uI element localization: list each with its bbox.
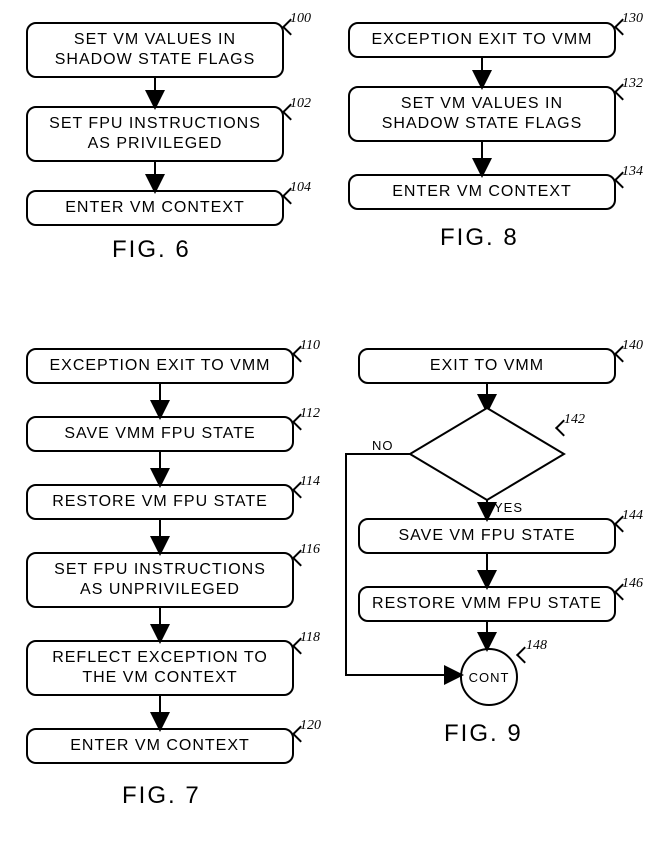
flow-box-100: SET VM VALUES INSHADOW STATE FLAGS [26, 22, 284, 78]
box-text: ENTER VM CONTEXT [65, 198, 245, 218]
fig8-caption: FIG. 8 [440, 224, 519, 252]
box-text: SET VM VALUES INSHADOW STATE FLAGS [382, 94, 583, 134]
flow-box-144: SAVE VM FPU STATE [358, 518, 616, 554]
flow-box-130: EXCEPTION EXIT TO VMM [348, 22, 616, 58]
flow-box-102: SET FPU INSTRUCTIONSAS PRIVILEGED [26, 106, 284, 162]
flow-box-146: RESTORE VMM FPU STATE [358, 586, 616, 622]
fig6-caption: FIG. 6 [112, 236, 191, 264]
box-text: ENTER VM CONTEXT [392, 182, 572, 202]
box-text: EXIT TO VMM [430, 356, 544, 376]
box-text: RESTORE VMM FPU STATE [372, 594, 602, 614]
box-text: REFLECT EXCEPTION TOTHE VM CONTEXT [52, 648, 268, 688]
flow-box-132: SET VM VALUES INSHADOW STATE FLAGS [348, 86, 616, 142]
flow-box-104: ENTER VM CONTEXT [26, 190, 284, 226]
flow-box-118: REFLECT EXCEPTION TOTHE VM CONTEXT [26, 640, 294, 696]
terminator-148: CONT [460, 648, 518, 706]
box-text: RESTORE VM FPU STATE [52, 492, 268, 512]
flow-box-134: ENTER VM CONTEXT [348, 174, 616, 210]
decision-yes-label: YES [494, 500, 523, 515]
decision-142-text: VM USINGFPU? [437, 436, 537, 476]
box-text: SET FPU INSTRUCTIONSAS PRIVILEGED [49, 114, 261, 154]
box-text: EXCEPTION EXIT TO VMM [49, 356, 270, 376]
flow-box-110: EXCEPTION EXIT TO VMM [26, 348, 294, 384]
fig9-caption: FIG. 9 [444, 720, 523, 748]
box-text: SET VM VALUES INSHADOW STATE FLAGS [55, 30, 256, 70]
box-text: SAVE VM FPU STATE [398, 526, 575, 546]
decision-no-label: NO [372, 438, 394, 453]
flow-box-140: EXIT TO VMM [358, 348, 616, 384]
box-text: ENTER VM CONTEXT [70, 736, 250, 756]
terminator-text: CONT [469, 670, 510, 685]
box-text: SET FPU INSTRUCTIONSAS UNPRIVILEGED [54, 560, 266, 600]
box-text: SAVE VMM FPU STATE [64, 424, 255, 444]
box-text: EXCEPTION EXIT TO VMM [371, 30, 592, 50]
flow-box-112: SAVE VMM FPU STATE [26, 416, 294, 452]
flow-box-116: SET FPU INSTRUCTIONSAS UNPRIVILEGED [26, 552, 294, 608]
fig7-caption: FIG. 7 [122, 782, 201, 810]
flow-box-114: RESTORE VM FPU STATE [26, 484, 294, 520]
flow-box-120: ENTER VM CONTEXT [26, 728, 294, 764]
